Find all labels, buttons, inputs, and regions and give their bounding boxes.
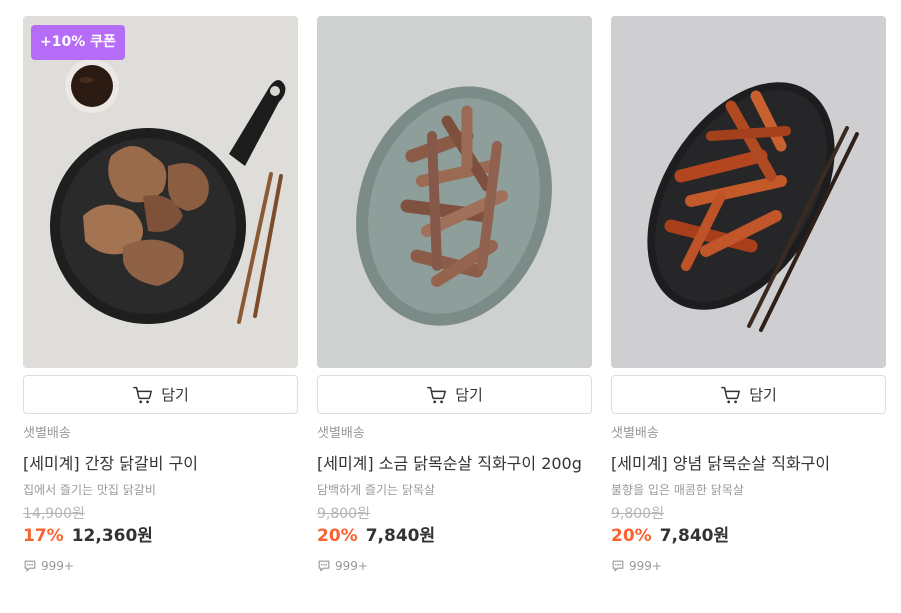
product-name[interactable]: [세미계] 간장 닭갈비 구이 [23, 450, 298, 477]
original-price: 14,900원 [23, 506, 85, 522]
delivery-type: 샛별배송 [23, 426, 71, 441]
add-to-cart-label: 담기 [455, 386, 483, 404]
product-info: 샛별배송 [세미계] 소금 닭목순살 직화구이 200g 담백하게 즐기는 닭목… [317, 414, 592, 575]
price-row: 17% 12,360원 [23, 524, 298, 548]
add-to-cart-button[interactable]: 담기 [23, 375, 298, 414]
delivery-type: 샛별배송 [611, 426, 659, 441]
price-row: 20% 7,840원 [317, 524, 592, 548]
review-count: 999+ [611, 557, 886, 575]
product-card: 담기 샛별배송 [세미계] 소금 닭목순살 직화구이 200g 담백하게 즐기는… [317, 16, 592, 575]
review-count: 999+ [317, 557, 592, 575]
review-count-value: 999+ [629, 559, 662, 573]
add-to-cart-button[interactable]: 담기 [317, 375, 592, 414]
original-price: 9,800원 [317, 506, 370, 522]
original-price: 9,800원 [611, 506, 664, 522]
product-card: 담기 샛별배송 [세미계] 양념 닭목순살 직화구이 불향을 입은 매콤한 닭목… [611, 16, 886, 575]
review-count-value: 999+ [41, 559, 74, 573]
review-bubble-icon [612, 560, 624, 572]
price-row: 20% 7,840원 [611, 524, 886, 548]
product-description: 집에서 즐기는 맛집 닭갈비 [23, 483, 156, 497]
sale-price: 7,840원 [365, 526, 436, 546]
review-count-value: 999+ [335, 559, 368, 573]
product-description: 불향을 입은 매콤한 닭목살 [611, 483, 744, 497]
cart-icon [721, 386, 741, 403]
product-image[interactable]: +10% 쿠폰 [23, 16, 298, 368]
product-name[interactable]: [세미계] 소금 닭목순살 직화구이 200g [317, 450, 592, 477]
product-photo-salt-chicken-neck [317, 16, 592, 368]
product-info: 샛별배송 [세미계] 간장 닭갈비 구이 집에서 즐기는 맛집 닭갈비 14,9… [23, 414, 298, 575]
product-photo-soy-dakgalbi [23, 16, 298, 368]
discount-rate: 20% [611, 526, 652, 546]
product-name[interactable]: [세미계] 양념 닭목순살 직화구이 [611, 450, 886, 477]
product-info: 샛별배송 [세미계] 양념 닭목순살 직화구이 불향을 입은 매콤한 닭목살 9… [611, 414, 886, 575]
sale-price: 7,840원 [659, 526, 730, 546]
review-count: 999+ [23, 557, 298, 575]
add-to-cart-label: 담기 [161, 386, 189, 404]
product-description: 담백하게 즐기는 닭목살 [317, 483, 436, 497]
review-bubble-icon [318, 560, 330, 572]
review-bubble-icon [24, 560, 36, 572]
add-to-cart-button[interactable]: 담기 [611, 375, 886, 414]
add-to-cart-label: 담기 [749, 386, 777, 404]
coupon-badge: +10% 쿠폰 [31, 25, 125, 60]
discount-rate: 20% [317, 526, 358, 546]
sale-price: 12,360원 [71, 526, 153, 546]
discount-rate: 17% [23, 526, 64, 546]
cart-icon [133, 386, 153, 403]
product-card: +10% 쿠폰 담기 샛별배송 [세미계] 간장 닭갈비 구이 집에서 즐기는 … [23, 16, 298, 575]
product-image[interactable] [317, 16, 592, 368]
delivery-type: 샛별배송 [317, 426, 365, 441]
product-image[interactable] [611, 16, 886, 368]
product-photo-spicy-chicken-neck [611, 16, 886, 368]
cart-icon [427, 386, 447, 403]
product-grid: +10% 쿠폰 담기 샛별배송 [세미계] 간장 닭갈비 구이 집에서 즐기는 … [23, 16, 886, 575]
